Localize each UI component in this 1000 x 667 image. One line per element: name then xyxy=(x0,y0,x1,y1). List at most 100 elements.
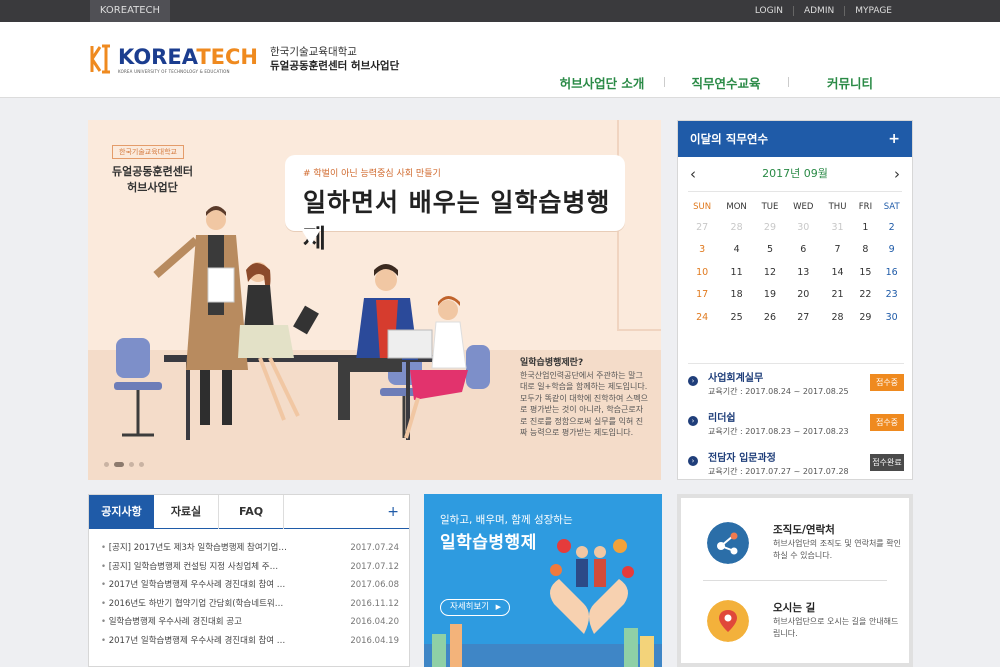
calendar-day: 29 xyxy=(763,221,777,233)
board-more-icon[interactable]: + xyxy=(387,495,399,529)
list-item[interactable]: 2016년도 하반기 협약기업 간담회(학습네트워…2016.11.12 xyxy=(101,595,399,614)
weekday-label: FRI xyxy=(858,202,873,212)
calendar-day[interactable]: 22 xyxy=(854,284,878,307)
network-icon xyxy=(707,522,749,564)
calendar-day[interactable]: 15 xyxy=(854,261,878,284)
hero-dot-active[interactable] xyxy=(114,462,124,467)
quick-link-desc: 허브사업단으로 오시는 길을 안내해드립니다. xyxy=(773,617,899,638)
prev-month-icon[interactable]: ‹ xyxy=(690,157,696,191)
tab-faq[interactable]: FAQ xyxy=(219,495,284,529)
hero-dot[interactable] xyxy=(139,462,144,467)
calendar-day[interactable]: 7 xyxy=(822,239,854,262)
calendar-day[interactable]: 5 xyxy=(755,239,785,262)
promo-subtitle: 일하고, 배우며, 함께 성장하는 xyxy=(440,514,573,526)
next-month-icon[interactable]: › xyxy=(894,157,900,191)
calendar-day[interactable]: 19 xyxy=(755,284,785,307)
list-item[interactable]: 일학습병행제 우수사례 경진대회 공고2016.04.20 xyxy=(101,613,399,632)
calendar-day[interactable]: 24 xyxy=(686,306,718,329)
hero-university-tag: 한국기술교육대학교 xyxy=(112,145,184,159)
weekday-label: TUE xyxy=(761,202,779,212)
training-course-item[interactable]: › 전담자 입문과정 교육기간 : 2017.07.27 ~ 2017.07.2… xyxy=(688,444,904,484)
calendar-day: 30 xyxy=(797,221,810,233)
top-brand-tab[interactable]: KOREATECH xyxy=(90,0,170,22)
promo-banner[interactable]: 일하고, 배우며, 함께 성장하는 일학습병행제 자세히보기 ▶ xyxy=(424,494,662,667)
calendar-day[interactable]: 23 xyxy=(877,284,906,307)
list-item[interactable]: [공지] 2017년도 제3차 일학습병행제 참여기업…2017.07.24 xyxy=(101,539,399,558)
hero-banner[interactable]: 한국기술교육대학교 듀얼공동훈련센터 허브사업단 # 학벌이 아닌 능력중심 사… xyxy=(88,120,661,480)
calendar-day: 27 xyxy=(696,221,709,233)
koreatech-logo-icon xyxy=(90,44,110,74)
calendar-day[interactable]: 10 xyxy=(686,261,718,284)
calendar-day[interactable]: 27 xyxy=(785,306,821,329)
hero-dot[interactable] xyxy=(104,462,109,467)
list-item[interactable]: 2017년 일학습병행제 우수사례 경진대회 참여 …2016.04.19 xyxy=(101,632,399,651)
calendar-day[interactable]: 3 xyxy=(686,239,718,262)
calendar-day: 28 xyxy=(730,221,743,233)
calendar-day[interactable]: 14 xyxy=(822,261,854,284)
org-chart-link[interactable]: 조직도/연락처 허브사업단의 조직도 및 연락처를 확인하실 수 있습니다. xyxy=(703,516,903,576)
weekday-label: WED xyxy=(793,202,814,212)
calendar-more-icon[interactable]: + xyxy=(888,121,900,157)
nav-item-training[interactable]: 직무연수교육 xyxy=(664,73,788,92)
directions-link[interactable]: 오시는 길 허브사업단으로 오시는 길을 안내해드립니다. xyxy=(703,594,903,654)
hero-dot[interactable] xyxy=(129,462,134,467)
weekday-label: THU xyxy=(828,202,847,212)
logo-korean-name: 한국기술교육대학교 듀얼공동훈련센터 허브사업단 xyxy=(270,46,400,72)
calendar-day[interactable]: 21 xyxy=(822,284,854,307)
calendar-day[interactable]: 26 xyxy=(755,306,785,329)
nav-item-community[interactable]: 커뮤니티 xyxy=(788,73,912,92)
calendar-day[interactable]: 12 xyxy=(755,261,785,284)
status-badge: 접수완료 xyxy=(870,454,904,471)
mypage-link[interactable]: MYPAGE xyxy=(844,6,902,16)
logo-subtitle: KOREA UNIVERSITY OF TECHNOLOGY & EDUCATI… xyxy=(118,68,230,74)
calendar-day[interactable]: 11 xyxy=(718,261,755,284)
calendar-day[interactable]: 9 xyxy=(877,239,906,262)
login-link[interactable]: LOGIN xyxy=(745,6,793,16)
calendar-day[interactable]: 8 xyxy=(854,239,878,262)
calendar-day[interactable]: 25 xyxy=(718,306,755,329)
calendar-day[interactable]: 28 xyxy=(822,306,854,329)
calendar-day[interactable]: 6 xyxy=(785,239,821,262)
chevron-right-icon: › xyxy=(688,456,698,466)
promo-detail-button[interactable]: 자세히보기 ▶ xyxy=(440,599,510,616)
chevron-right-icon: › xyxy=(688,376,698,386)
calendar-day[interactable]: 2 xyxy=(877,216,906,239)
weekday-label: MON xyxy=(726,202,747,212)
site-header: KOREATECH KOREA UNIVERSITY OF TECHNOLOGY… xyxy=(0,22,1000,98)
list-item[interactable]: 2017년 일학습병행제 우수사례 경진대회 참여 …2017.06.08 xyxy=(101,576,399,595)
calendar-day[interactable]: 1 xyxy=(854,216,878,239)
calendar-day[interactable]: 17 xyxy=(686,284,718,307)
calendar-day[interactable]: 20 xyxy=(785,284,821,307)
utility-links: LOGIN ADMIN MYPAGE xyxy=(745,0,902,22)
calendar-day[interactable]: 30 xyxy=(877,306,906,329)
calendar-month-nav: ‹ 2017년 09월 › xyxy=(678,157,912,191)
quick-links: 조직도/연락처 허브사업단의 조직도 및 연락처를 확인하실 수 있습니다. 오… xyxy=(677,494,913,667)
calendar-day[interactable]: 16 xyxy=(877,261,906,284)
calendar-day: 31 xyxy=(831,221,844,233)
weekday-label: SAT xyxy=(883,202,900,212)
board-tabs: 공지사항 자료실 FAQ + xyxy=(89,495,409,529)
calendar-day[interactable]: 18 xyxy=(718,284,755,307)
quick-link-title: 오시는 길 xyxy=(773,602,816,614)
site-logo[interactable]: KOREATECH KOREA UNIVERSITY OF TECHNOLOGY… xyxy=(88,42,399,76)
top-bar: KOREATECH LOGIN ADMIN MYPAGE xyxy=(0,0,1000,22)
calendar-day[interactable]: 4 xyxy=(718,239,755,262)
tab-notice[interactable]: 공지사항 xyxy=(89,495,154,529)
logo-wordmark: KOREATECH xyxy=(118,44,258,69)
list-item[interactable]: [공지] 일학습병행제 컨설팅 지정 사칭업체 주…2017.07.12 xyxy=(101,558,399,577)
hero-headline: 일하면서 배우는 일학습병행제 xyxy=(303,188,611,253)
calendar-day[interactable]: 29 xyxy=(854,306,878,329)
calendar-day[interactable]: 13 xyxy=(785,261,821,284)
calendar-month-label: 2017년 09월 xyxy=(762,167,828,180)
hero-speech-bubble: # 학벌이 아닌 능력중심 사회 만들기 일하면서 배우는 일학습병행제 xyxy=(285,155,625,253)
training-course-item[interactable]: › 리더쉽 교육기간 : 2017.08.23 ~ 2017.08.23 접수중 xyxy=(688,404,904,444)
promo-title: 일학습병행제 xyxy=(440,533,537,553)
training-course-item[interactable]: › 사업회계실무 교육기간 : 2017.08.24 ~ 2017.08.25 … xyxy=(688,364,904,404)
tab-resources[interactable]: 자료실 xyxy=(154,495,219,529)
play-icon: ▶ xyxy=(495,603,501,611)
quick-link-desc: 허브사업단의 조직도 및 연락처를 확인하실 수 있습니다. xyxy=(773,539,901,560)
admin-link[interactable]: ADMIN xyxy=(792,6,844,16)
nav-item-intro[interactable]: 허브사업단 소개 xyxy=(540,73,664,92)
calendar-grid: SUN MON TUE WED THU FRI SAT 27 28 29 30 … xyxy=(686,198,906,329)
map-pin-icon xyxy=(707,600,749,642)
